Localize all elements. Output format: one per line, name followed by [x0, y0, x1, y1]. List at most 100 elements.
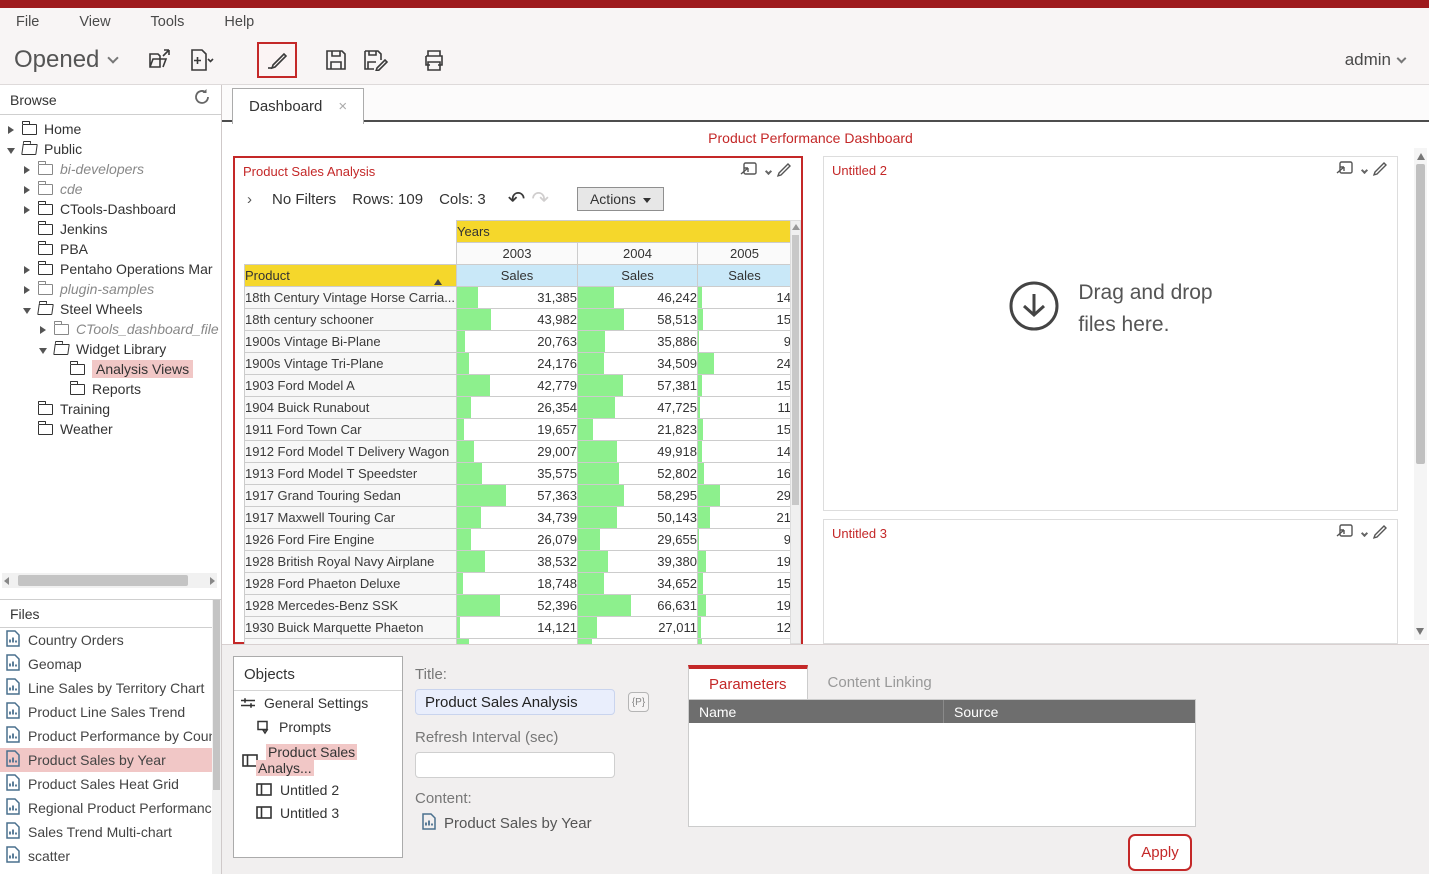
tree-collapse-icon[interactable] [38, 341, 48, 357]
file-item-scatter[interactable]: scatter [0, 844, 221, 868]
open-file-icon[interactable] [145, 45, 175, 75]
user-menu[interactable]: admin [1345, 50, 1405, 70]
files-vertical-scrollbar[interactable] [212, 600, 221, 874]
file-item-line-sales-by-territory-chart[interactable]: Line Sales by Territory Chart [0, 676, 221, 700]
tree-collapse-icon[interactable] [6, 141, 16, 157]
scroll-up-icon[interactable] [792, 224, 800, 230]
pivot-years-header[interactable]: Years [457, 221, 792, 243]
pivot-data-row[interactable]: 1928 Mercedes-Benz SSK52,39666,63119 [245, 595, 792, 617]
tree-item-reports[interactable]: Reports [0, 379, 221, 399]
tree-item-jenkins[interactable]: Jenkins [0, 219, 221, 239]
tab-dashboard[interactable]: Dashboard × [232, 88, 364, 124]
pivot-data-row[interactable]: 1904 Buick Runabout26,35447,72511 [245, 397, 792, 419]
tree-item-plugin-samples[interactable]: plugin-samples [0, 279, 221, 299]
tree-expand-icon[interactable] [22, 261, 32, 277]
scroll-left-icon[interactable] [4, 577, 9, 585]
save-as-icon[interactable] [361, 45, 391, 75]
file-item-country-orders[interactable]: Country Orders [0, 628, 221, 652]
edit-widget-icon[interactable] [775, 161, 793, 182]
tree-item-training[interactable]: Training [0, 399, 221, 419]
scrollbar-thumb[interactable] [18, 575, 188, 586]
drop-zone[interactable]: Drag and dropfiles here. [824, 277, 1397, 340]
apply-button[interactable]: Apply [1128, 834, 1192, 871]
pivot-data-row[interactable]: 18th century schooner43,98258,51315 [245, 309, 792, 331]
tree-item-home[interactable]: Home [0, 119, 221, 139]
tab-parameters[interactable]: Parameters [688, 665, 808, 699]
print-icon[interactable] [419, 45, 449, 75]
title-input[interactable]: Product Sales Analysis [415, 689, 615, 715]
canvas-vertical-scrollbar[interactable] [1414, 148, 1427, 640]
pivot-data-row[interactable]: 1928 Ford Phaeton Deluxe18,74834,65215 [245, 573, 792, 595]
tree-item-weather[interactable]: Weather [0, 419, 221, 439]
edit-mode-button-active[interactable] [257, 42, 297, 78]
chevron-down-icon[interactable] [1361, 529, 1368, 536]
pivot-year-header[interactable]: 2005 [698, 243, 792, 265]
insert-content-icon[interactable] [1336, 523, 1354, 544]
pivot-data-row[interactable]: 1917 Grand Touring Sedan57,36358,29529 [245, 485, 792, 507]
opened-dropdown[interactable]: Opened [14, 46, 117, 74]
pivot-product-header[interactable]: Product [245, 265, 457, 287]
undo-icon[interactable]: ↶ [508, 187, 526, 212]
pivot-data-row[interactable]: 1928 British Royal Navy Airplane38,53239… [245, 551, 792, 573]
pivot-sales-header[interactable]: Sales [457, 265, 578, 287]
tree-item-pentaho-operations-mar[interactable]: Pentaho Operations Mar [0, 259, 221, 279]
widget-untitled-3[interactable]: Untitled 3 [823, 519, 1398, 644]
objects-item-untitled-3[interactable]: Untitled 3 [234, 801, 402, 824]
edit-widget-icon[interactable] [1371, 523, 1389, 544]
widget-product-sales-analysis[interactable]: Product Sales Analysis › No Filters Rows… [233, 156, 803, 644]
objects-item-general-settings[interactable]: General Settings [234, 691, 402, 715]
tree-item-public[interactable]: Public [0, 139, 221, 159]
tree-expand-icon[interactable] [22, 181, 32, 197]
pivot-data-row[interactable]: 18th Century Vintage Horse Carria...31,3… [245, 287, 792, 309]
refresh-interval-input[interactable] [415, 752, 615, 778]
pivot-year-header[interactable]: 2003 [457, 243, 578, 265]
content-file-item[interactable]: Product Sales by Year [422, 813, 592, 834]
tree-item-analysis-views[interactable]: Analysis Views [0, 359, 221, 379]
pivot-vertical-scrollbar[interactable] [790, 220, 801, 644]
edit-widget-icon[interactable] [1371, 160, 1389, 181]
tree-item-bi-developers[interactable]: bi-developers [0, 159, 221, 179]
file-item-sales-trend-multi-chart[interactable]: Sales Trend Multi-chart [0, 820, 221, 844]
file-item-geomap[interactable]: Geomap [0, 652, 221, 676]
save-icon[interactable] [321, 45, 351, 75]
scrollbar-thumb[interactable] [213, 600, 220, 790]
file-item-product-sales-heat-grid[interactable]: Product Sales Heat Grid [0, 772, 221, 796]
objects-item-product-sales-analysis[interactable]: Product Sales Analys... [234, 740, 402, 778]
new-file-icon[interactable] [187, 45, 217, 75]
tree-item-ctools-dashboard-file[interactable]: CTools_dashboard_file [0, 319, 221, 339]
scroll-down-icon[interactable] [1416, 628, 1424, 635]
tree-expand-icon[interactable] [6, 121, 16, 137]
tree-item-steel-wheels[interactable]: Steel Wheels [0, 299, 221, 319]
insert-content-icon[interactable] [740, 161, 758, 182]
pivot-data-row[interactable]: 1913 Ford Model T Speedster35,57552,8021… [245, 463, 792, 485]
tree-expand-icon[interactable] [22, 201, 32, 217]
close-icon[interactable]: × [338, 98, 347, 115]
pivot-data-row[interactable]: 1903 Ford Model A42,77957,38115 [245, 375, 792, 397]
tree-item-cde[interactable]: cde [0, 179, 221, 199]
chevron-down-icon[interactable] [765, 167, 772, 174]
scroll-up-icon[interactable] [1417, 153, 1425, 160]
objects-item-untitled-2[interactable]: Untitled 2 [234, 778, 402, 801]
tree-expand-icon[interactable] [22, 161, 32, 177]
scroll-right-icon[interactable] [210, 577, 215, 585]
tree-item-pba[interactable]: PBA [0, 239, 221, 259]
menu-help[interactable]: Help [224, 14, 254, 30]
scrollbar-thumb[interactable] [1416, 164, 1425, 464]
tree-expand-icon[interactable] [22, 281, 32, 297]
pivot-data-row[interactable]: 1900s Vintage Bi-Plane20,76335,8869 [245, 331, 792, 353]
browse-horizontal-scrollbar[interactable] [2, 573, 217, 588]
file-item-regional-product-performance[interactable]: Regional Product Performance [0, 796, 221, 820]
file-item-product-sales-by-year[interactable]: Product Sales by Year [0, 748, 221, 772]
file-item-product-performance-by-coun[interactable]: Product Performance by Coun [0, 724, 221, 748]
widget-untitled-2[interactable]: Untitled 2 Drag and dropfiles here. [823, 156, 1398, 511]
sort-icon[interactable] [434, 268, 450, 275]
tree-item-widget-library[interactable]: Widget Library [0, 339, 221, 359]
file-item-product-line-sales-trend[interactable]: Product Line Sales Trend [0, 700, 221, 724]
pivot-year-header[interactable]: 2004 [578, 243, 698, 265]
insert-content-icon[interactable] [1336, 160, 1354, 181]
chevron-down-icon[interactable] [1361, 166, 1368, 173]
tab-content-linking[interactable]: Content Linking [808, 665, 952, 699]
pivot-data-row[interactable]: 1917 Maxwell Touring Car34,73950,14321 [245, 507, 792, 529]
pivot-data-row[interactable]: 1930 Buick Marquette Phaeton14,12127,011… [245, 617, 792, 639]
objects-item-prompts[interactable]: Prompts [234, 715, 402, 740]
